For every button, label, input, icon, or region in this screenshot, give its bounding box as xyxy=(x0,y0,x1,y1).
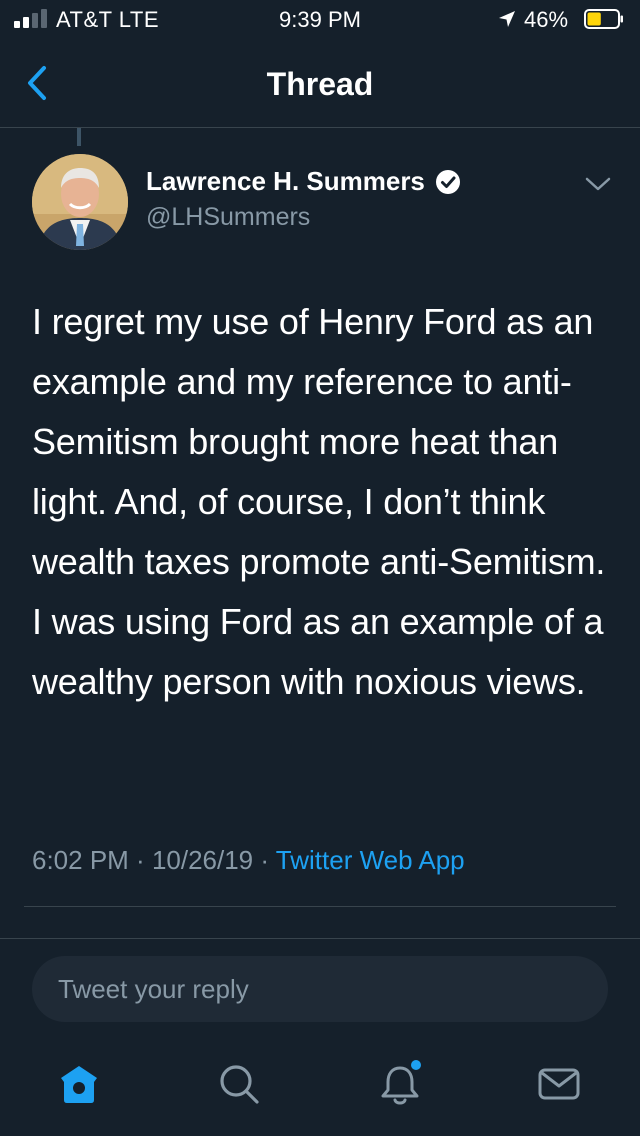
chevron-down-icon[interactable] xyxy=(584,174,612,194)
reply-input[interactable]: Tweet your reply xyxy=(32,956,608,1022)
tweet-source-link[interactable]: Twitter Web App xyxy=(276,845,465,875)
battery-percent: 46% xyxy=(524,7,569,32)
tweet-time: 6:02 PM xyxy=(32,845,129,875)
nav-header: Thread xyxy=(0,40,640,128)
notification-badge xyxy=(411,1060,421,1070)
tweet-author[interactable]: Lawrence H. Summers @LHSummers xyxy=(146,166,461,232)
page-title: Thread xyxy=(266,66,374,102)
divider xyxy=(0,938,640,939)
thread-connector-line xyxy=(77,128,81,146)
tweet-metadata: 6:02 PM · 10/26/19 · Twitter Web App xyxy=(32,845,465,876)
author-handle[interactable]: @LHSummers xyxy=(146,203,461,232)
avatar-image xyxy=(32,154,128,250)
home-icon[interactable] xyxy=(56,1060,102,1108)
verified-badge-icon xyxy=(435,169,460,194)
thread-screen: AT&T LTE 9:39 PM 46% Thread Lawrence H. … xyxy=(0,0,640,1136)
divider xyxy=(24,906,616,907)
tweet-text: I regret my use of Henry Ford as an exam… xyxy=(32,301,606,702)
battery-icon xyxy=(584,9,623,29)
reply-placeholder: Tweet your reply xyxy=(58,974,249,1004)
location-arrow-icon xyxy=(499,11,515,27)
notifications-icon[interactable] xyxy=(378,1060,424,1108)
meta-separator: · xyxy=(128,845,152,875)
meta-separator: · xyxy=(253,845,276,875)
tweet-date: 10/26/19 xyxy=(151,845,254,875)
avatar[interactable] xyxy=(32,154,128,250)
author-name[interactable]: Lawrence H. Summers xyxy=(146,166,425,197)
status-bar: AT&T LTE 9:39 PM 46% xyxy=(0,0,640,40)
battery-fill xyxy=(587,12,601,26)
search-icon[interactable] xyxy=(216,1060,262,1108)
author-name-row: Lawrence H. Summers xyxy=(146,166,461,197)
messages-icon[interactable] xyxy=(536,1060,582,1108)
